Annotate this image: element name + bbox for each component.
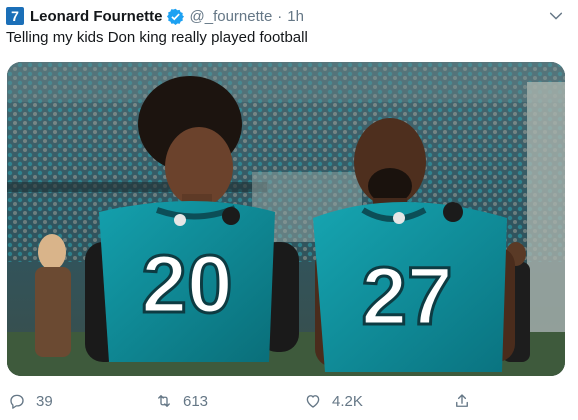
reply-icon (10, 394, 24, 409)
tweet-card[interactable]: 7 Leonard Fournette @_fournette · 1h Tel… (0, 0, 578, 420)
verified-badge-icon (166, 8, 184, 25)
author-handle[interactable]: @_fournette (190, 8, 273, 25)
reply-count: 39 (36, 392, 53, 410)
tweet-text: Telling my kids Don king really played f… (6, 29, 308, 46)
jersey-number-left: 20 (141, 239, 232, 330)
retweet-count: 613 (183, 392, 209, 410)
tweet-header: 7 Leonard Fournette @_fournette · 1h (6, 6, 572, 26)
like-count: 4.2K (332, 392, 363, 410)
reply-button[interactable]: 39 (8, 392, 53, 410)
photo-illustration: 20 27 (7, 62, 565, 376)
retweet-icon (158, 395, 170, 407)
jersey-number-right: 27 (361, 251, 452, 342)
retweet-button[interactable]: 613 (155, 392, 208, 410)
avatar[interactable]: 7 (6, 7, 24, 25)
timestamp[interactable]: 1h (287, 8, 304, 25)
heart-icon (306, 395, 320, 408)
like-button[interactable]: 4.2K (304, 392, 363, 410)
tweet-actions: 39 613 4.2K (0, 388, 578, 418)
author-name[interactable]: Leonard Fournette (30, 8, 163, 25)
share-icon (456, 394, 468, 407)
share-button[interactable] (453, 392, 481, 410)
chevron-down-icon[interactable] (548, 8, 564, 24)
tweet-photo[interactable]: 20 27 (7, 62, 565, 376)
separator-dot: · (277, 7, 283, 25)
